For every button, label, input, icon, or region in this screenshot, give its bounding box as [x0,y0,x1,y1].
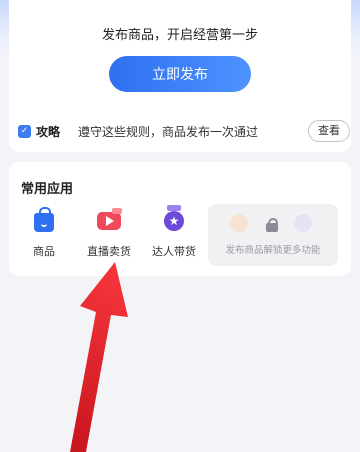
app-label: 达人带货 [152,245,196,258]
app-item-live-selling[interactable]: 直播卖货 [76,208,142,268]
tips-label: 攻略 [36,125,61,139]
common-apps-card: 常用应用 商品 直播卖货 ★ 达人带货 发布商品解锁更多功能 [9,162,351,276]
tips-book-icon: ✓ [18,125,31,138]
publish-card: 发布商品，开启经营第一步 立即发布 ✓ 攻略 遵守这些规则，商品发布一次通过 查… [9,0,351,152]
arrow-shape [70,262,128,452]
app-label: 商品 [33,245,55,258]
locked-features-panel: 发布商品解锁更多功能 [208,204,338,266]
blurred-app-icon [230,214,248,232]
app-item-talent-selling[interactable]: ★ 达人带货 [141,205,207,268]
blurred-app-icon [294,214,312,232]
app-item-goods[interactable]: 商品 [11,207,77,268]
lock-icon [266,218,278,232]
app-label: 直播卖货 [87,245,131,258]
tips-text: 遵守这些规则，商品发布一次通过 [78,125,259,139]
publish-now-button[interactable]: 立即发布 [109,56,251,92]
common-apps-title: 常用应用 [21,182,74,197]
live-video-icon [96,208,122,234]
shopping-bag-icon [31,207,57,234]
talent-medal-icon: ★ [161,205,187,234]
view-button[interactable]: 查看 [308,120,350,142]
tips-row[interactable]: ✓ 攻略 遵守这些规则，商品发布一次通过 查看 [18,120,350,142]
locked-hint-text: 发布商品解锁更多功能 [225,245,321,256]
publish-description: 发布商品，开启经营第一步 [101,28,258,43]
